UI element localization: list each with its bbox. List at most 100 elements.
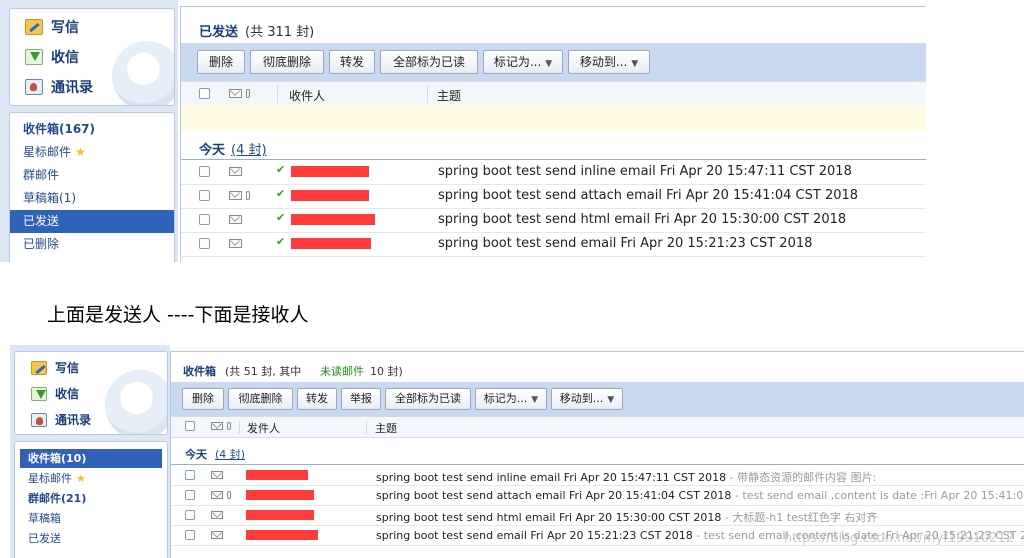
folder-label: 草稿箱 <box>28 512 61 525</box>
contacts-icon <box>25 79 43 95</box>
day-count-link[interactable]: (4 封) <box>231 139 267 158</box>
folder-inbox[interactable]: 收件箱(167) <box>10 118 174 141</box>
move-to-dropdown[interactable]: 移动到... ▼ <box>551 388 623 410</box>
redacted-sender <box>246 530 318 540</box>
select-all-checkbox[interactable] <box>199 88 210 99</box>
folder-group[interactable]: 群邮件(21) <box>15 489 167 509</box>
row-checkbox[interactable] <box>185 470 195 480</box>
redacted-recipient <box>291 214 375 225</box>
folder-label: 星标邮件 <box>23 145 72 159</box>
folder-sent[interactable]: 已发送 <box>15 529 167 549</box>
compose-icon <box>25 19 43 35</box>
folder-list: 收件箱(10) 星标邮件 ★ 群邮件(21) 草稿箱 已发送 <box>14 441 168 558</box>
mail-row[interactable]: spring boot test send attach email Fri A… <box>171 485 1024 506</box>
row-checkbox[interactable] <box>199 166 210 177</box>
mark-as-dropdown[interactable]: 标记为... ▼ <box>475 388 547 410</box>
mail-row[interactable]: ✔ spring boot test send attach email Fri… <box>181 184 926 209</box>
envelope-icon <box>211 471 223 479</box>
row-checkbox[interactable] <box>199 214 210 225</box>
folder-starred[interactable]: 星标邮件 ★ <box>15 469 167 489</box>
compose-button[interactable]: 写信 <box>31 359 79 376</box>
envelope-icon <box>211 491 223 499</box>
mark-all-read-button[interactable]: 全部标为已读 <box>380 50 478 74</box>
contacts-button[interactable]: 通讯录 <box>31 411 91 428</box>
folder-inbox[interactable]: 收件箱(10) <box>20 449 162 468</box>
mail-row[interactable]: ✔ spring boot test send html email Fri A… <box>181 208 926 233</box>
move-to-dropdown[interactable]: 移动到... ▼ <box>568 50 650 74</box>
star-icon: ★ <box>76 472 86 485</box>
attachment-icon <box>227 422 231 430</box>
folder-label: 群邮件(21) <box>28 492 87 505</box>
compose-button[interactable]: 写信 <box>25 17 79 37</box>
download-icon <box>31 386 47 401</box>
folder-starred[interactable]: 星标邮件 ★ <box>10 141 174 164</box>
qq-penguin-watermark <box>112 41 174 105</box>
delivered-check-icon: ✔ <box>276 187 286 200</box>
caption-text: 上面是发送人 ----下面是接收人 <box>47 304 309 326</box>
download-icon <box>25 49 43 65</box>
envelope-icon <box>211 422 223 430</box>
folder-title: 收件箱 <box>183 365 216 378</box>
row-checkbox[interactable] <box>185 490 195 500</box>
contacts-button[interactable]: 通讯录 <box>25 77 93 97</box>
subject-text: spring boot test send attach email Fri A… <box>376 489 732 502</box>
row-checkbox[interactable] <box>185 530 195 540</box>
mail-list-panel: 收件箱 (共 51 封, 其中 未读邮件 10 封) 删除 彻底删除 转发 举报… <box>170 351 1024 558</box>
redacted-recipient <box>291 238 371 249</box>
compose-label: 写信 <box>55 361 80 375</box>
column-sender[interactable]: 发件人 <box>247 420 280 436</box>
mail-subject: spring boot test send attach email Fri A… <box>438 188 859 203</box>
folder-sent[interactable]: 已发送 <box>10 210 174 233</box>
mark-all-read-button[interactable]: 全部标为已读 <box>385 388 471 410</box>
mail-row[interactable]: spring boot test send html email Fri Apr… <box>171 505 1024 526</box>
unread-mail-link[interactable]: 未读邮件 <box>320 363 364 379</box>
day-group-header: 今天 (4 封) <box>181 135 926 160</box>
mail-subject: spring boot test send inline email Fri A… <box>438 164 852 179</box>
attachment-icon <box>246 89 250 98</box>
mail-row[interactable]: spring boot test send inline email Fri A… <box>171 465 1024 486</box>
receive-button[interactable]: 收信 <box>25 47 79 67</box>
dropdown-arrow-icon: ▼ <box>531 395 539 405</box>
folder-label: 已发送 <box>28 532 61 545</box>
folder-deleted[interactable]: 已删除 <box>10 233 174 256</box>
mark-as-label: 标记为... <box>493 55 542 69</box>
forward-button[interactable]: 转发 <box>297 388 337 410</box>
day-count-link[interactable]: (4 封) <box>215 446 245 462</box>
delivered-check-icon: ✔ <box>276 211 286 224</box>
table-header: 发件人 主题 <box>171 416 1024 438</box>
folder-drafts[interactable]: 草稿箱 <box>15 509 167 529</box>
mail-summary: - test send email ,content is date :Fri … <box>734 489 1024 502</box>
table-header: 收件人 主题 <box>181 81 926 107</box>
column-subject[interactable]: 主题 <box>375 420 397 436</box>
row-checkbox[interactable] <box>185 510 195 520</box>
redacted-sender <box>246 510 314 520</box>
purge-button[interactable]: 彻底删除 <box>228 388 293 410</box>
mark-as-dropdown[interactable]: 标记为... ▼ <box>483 50 563 74</box>
contacts-icon <box>31 412 47 427</box>
folder-drafts[interactable]: 草稿箱(1) <box>10 187 174 210</box>
delete-button[interactable]: 删除 <box>182 388 224 410</box>
envelope-icon <box>229 239 242 248</box>
delete-button[interactable]: 删除 <box>197 50 245 74</box>
dropdown-arrow-icon: ▼ <box>631 59 639 69</box>
purge-button[interactable]: 彻底删除 <box>250 50 324 74</box>
select-all-checkbox[interactable] <box>185 421 195 431</box>
receive-button[interactable]: 收信 <box>31 385 79 402</box>
folder-group[interactable]: 群邮件 <box>10 164 174 187</box>
blog-watermark: https://blog.csdn.net/myf19910212 <box>783 531 1014 546</box>
delivered-check-icon: ✔ <box>276 235 286 248</box>
mail-subject: spring boot test send email Fri Apr 20 1… <box>438 236 813 251</box>
column-recipient[interactable]: 收件人 <box>289 87 325 104</box>
mail-row[interactable]: ✔ spring boot test send inline email Fri… <box>181 160 926 185</box>
forward-button[interactable]: 转发 <box>329 50 375 74</box>
day-label: 今天 <box>185 448 207 461</box>
row-checkbox[interactable] <box>199 238 210 249</box>
report-button[interactable]: 举报 <box>341 388 381 410</box>
row-checkbox[interactable] <box>199 190 210 201</box>
mail-row[interactable]: ✔ spring boot test send email Fri Apr 20… <box>181 232 926 257</box>
sidebar-actions: 写信 收信 通讯录 <box>9 8 175 106</box>
folder-label: 已发送 <box>23 214 60 228</box>
column-subject[interactable]: 主题 <box>437 87 461 104</box>
folder-label: 已删除 <box>23 237 60 251</box>
move-to-label: 移动到... <box>559 392 604 405</box>
